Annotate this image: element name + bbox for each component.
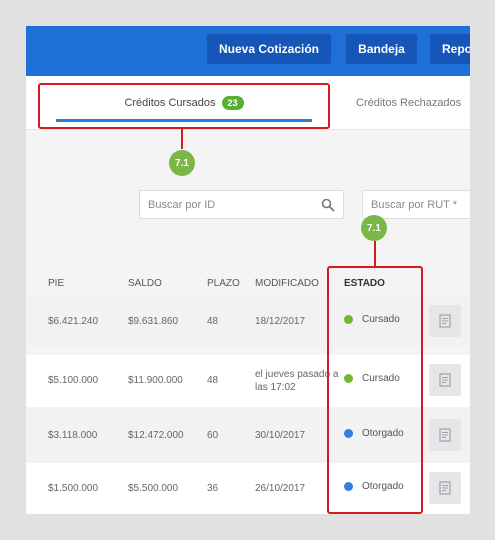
- estado-column-callout: [327, 266, 423, 514]
- header-saldo: SALDO: [128, 278, 162, 289]
- step-badge: 7.1: [169, 150, 195, 176]
- cell-plazo: 48: [207, 375, 219, 386]
- document-button[interactable]: [429, 419, 461, 451]
- tab-creditos-rechazados[interactable]: Créditos Rechazados: [356, 76, 470, 129]
- app-frame: Nueva Cotización Bandeja Repo Créditos C…: [26, 26, 470, 514]
- header-pie: PIE: [48, 278, 65, 289]
- cell-plazo: 60: [207, 430, 219, 441]
- document-icon: [439, 314, 451, 328]
- top-navigation-bar: Nueva Cotización Bandeja Repo: [26, 26, 470, 76]
- bandeja-button[interactable]: Bandeja: [346, 34, 417, 64]
- cell-saldo: $5.500.000: [128, 483, 179, 494]
- header-plazo: PLAZO: [207, 278, 240, 289]
- search-by-id-input[interactable]: Buscar por ID: [139, 190, 344, 219]
- cell-plazo: 48: [207, 316, 219, 327]
- cell-modificado: 30/10/2017: [255, 430, 306, 441]
- search-by-rut-placeholder: Buscar por RUT *: [371, 198, 457, 211]
- callout-connector: [181, 129, 183, 149]
- document-icon: [439, 481, 451, 495]
- cell-modificado: 18/12/2017: [255, 316, 306, 327]
- tab-creditos-rechazados-label: Créditos Rechazados: [356, 96, 462, 109]
- document-icon: [439, 373, 451, 387]
- tab-highlight-callout: [38, 83, 330, 129]
- cell-pie: $3.118.000: [48, 430, 98, 441]
- cell-pie: $5.100.000: [48, 375, 99, 386]
- cell-saldo: $9.631.860: [128, 316, 179, 327]
- reportes-button[interactable]: Repo: [430, 34, 470, 64]
- cell-saldo: $12.472.000: [128, 430, 184, 441]
- cell-modificado: 26/10/2017: [255, 483, 306, 494]
- nueva-cotizacion-button[interactable]: Nueva Cotización: [207, 34, 331, 64]
- cell-plazo: 36: [207, 483, 219, 494]
- step-badge: 7.1: [361, 215, 387, 241]
- search-by-rut-input[interactable]: Buscar por RUT *: [362, 190, 470, 219]
- search-icon[interactable]: [321, 198, 335, 212]
- cell-saldo: $11.900.000: [128, 375, 183, 386]
- cell-pie: $6.421.240: [48, 316, 99, 327]
- search-by-id-placeholder: Buscar por ID: [148, 198, 216, 211]
- document-button[interactable]: [429, 364, 461, 396]
- cell-pie: $1.500.000: [48, 483, 99, 494]
- header-modificado: MODIFICADO: [255, 278, 319, 289]
- document-button[interactable]: [429, 472, 461, 504]
- document-button[interactable]: [429, 305, 461, 337]
- callout-connector: [374, 241, 376, 266]
- document-icon: [439, 428, 451, 442]
